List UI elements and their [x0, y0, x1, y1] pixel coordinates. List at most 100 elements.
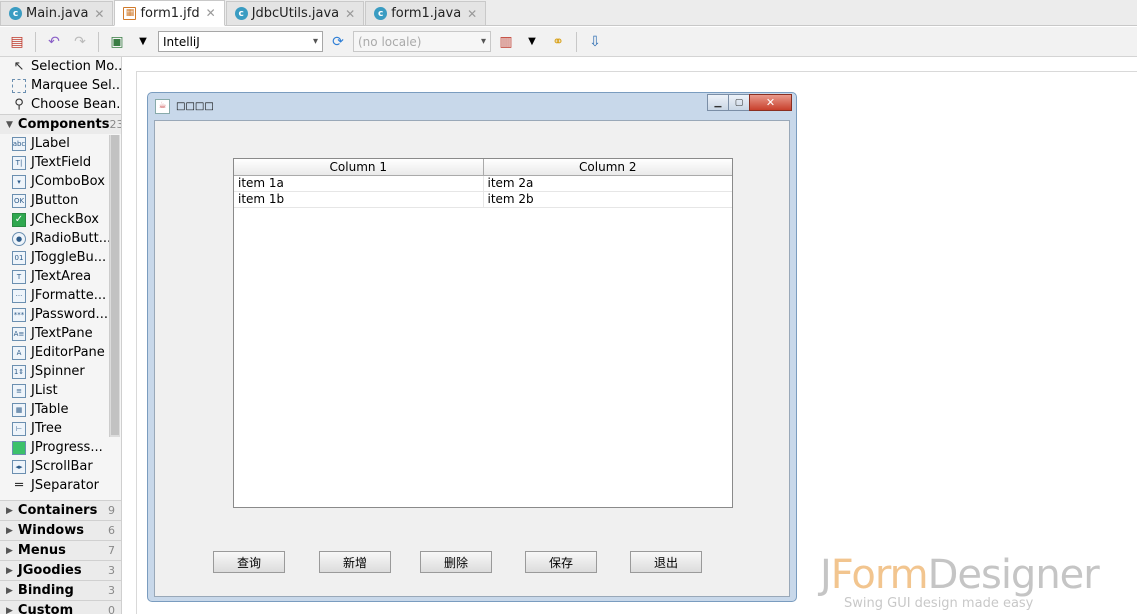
tool-selection-mode[interactable]: ↖ Selection Mo... — [0, 57, 121, 76]
tool-label: Choose Bean... — [31, 97, 122, 112]
category-menus[interactable]: ▶ Menus 7 — [0, 540, 121, 560]
component-label: JTextField — [31, 155, 92, 170]
category-containers[interactable]: ▶ Containers 9 — [0, 500, 121, 520]
table-cell[interactable]: item 1a — [234, 176, 484, 191]
tab-label: form1.jfd — [140, 5, 200, 21]
table-cell[interactable]: item 2b — [484, 192, 733, 207]
frame-content-pane[interactable]: Column 1 Column 2 item 1a item 2a item 1… — [154, 120, 790, 597]
chevron-down-icon: ▾ — [312, 36, 318, 47]
jlabel-icon: abc — [12, 136, 26, 151]
redo-icon[interactable]: ↷ — [69, 31, 91, 53]
column-header[interactable]: Column 1 — [234, 159, 484, 175]
component-label: JRadioButt... — [31, 231, 112, 246]
dropdown-arrow-icon[interactable]: ▼ — [521, 31, 543, 53]
component-jlist[interactable]: ≡ JList — [0, 381, 121, 400]
component-jprogressbar[interactable]: JProgress... — [0, 438, 121, 457]
category-count: 7 — [108, 544, 115, 557]
component-jcombobox[interactable]: ▾ JComboBox — [0, 172, 121, 191]
locale-combo[interactable]: (no locale) ▾ — [353, 31, 491, 52]
component-label: JPassword... — [31, 307, 108, 322]
component-label: JTable — [31, 402, 69, 417]
category-count: 3 — [108, 584, 115, 597]
component-jlabel[interactable]: abc JLabel — [0, 134, 121, 153]
designer-toolbar: ▤ ↶ ↷ ▣ ▼ IntelliJ ▾ ⟳ (no locale) ▾ ▥ ▼… — [0, 27, 1137, 57]
component-jeditorpane[interactable]: A JEditorPane — [0, 343, 121, 362]
component-jcheckbox[interactable]: ✓ JCheckBox — [0, 210, 121, 229]
tab-jdbcutils-java[interactable]: c JdbcUtils.java ✕ — [225, 1, 365, 25]
tool-marquee-selection[interactable]: Marquee Sel... — [0, 76, 121, 95]
jspinner-icon: 1⇕ — [12, 364, 26, 379]
jtree-icon: ⊢ — [12, 421, 26, 436]
jtable[interactable]: Column 1 Column 2 item 1a item 2a item 1… — [233, 158, 733, 508]
component-jspinner[interactable]: 1⇕ JSpinner — [0, 362, 121, 381]
component-label: JCheckBox — [31, 212, 99, 227]
jformattedtextfield-icon: ··· — [12, 288, 26, 303]
look-and-feel-combo[interactable]: IntelliJ ▾ — [158, 31, 323, 52]
palette-scrollbar[interactable] — [109, 135, 120, 437]
close-icon[interactable]: ✕ — [206, 6, 216, 20]
chart-icon[interactable]: ▥ — [495, 31, 517, 53]
close-icon[interactable]: ✕ — [467, 7, 477, 21]
scrollbar-thumb[interactable] — [111, 135, 119, 435]
class-icon: c — [9, 7, 22, 20]
component-jpasswordfield[interactable]: *** JPassword... — [0, 305, 121, 324]
component-jscrollbar[interactable]: ◂▸ JScrollBar — [0, 457, 121, 476]
form-icon: ▦ — [123, 6, 137, 20]
component-jtextarea[interactable]: T JTextArea — [0, 267, 121, 286]
jtextfield-icon: T| — [12, 155, 26, 170]
tool-label: Marquee Sel... — [31, 78, 122, 93]
refresh-icon[interactable]: ⟳ — [327, 31, 349, 53]
category-components[interactable]: ▼ Components 23 — [0, 114, 121, 134]
component-jformattedtextfield[interactable]: ··· JFormatte... — [0, 286, 121, 305]
generate-code-icon[interactable]: ⇩ — [584, 31, 606, 53]
tab-form1-jfd[interactable]: ▦ form1.jfd ✕ — [114, 0, 225, 26]
category-binding[interactable]: ▶ Binding 3 — [0, 580, 121, 600]
dropdown-arrow-icon[interactable]: ▼ — [132, 31, 154, 53]
component-jtogglebutton[interactable]: 01 JToggleBu... — [0, 248, 121, 267]
close-icon[interactable]: ✕ — [94, 7, 104, 21]
category-jgoodies[interactable]: ▶ JGoodies 3 — [0, 560, 121, 580]
brand-j: J — [820, 552, 832, 598]
add-button[interactable]: 新增 — [319, 551, 391, 573]
jpasswordfield-icon: *** — [12, 307, 26, 322]
table-row[interactable]: item 1a item 2a — [234, 176, 732, 192]
table-cell[interactable]: item 1b — [234, 192, 484, 207]
jtable-icon: ▦ — [12, 402, 26, 417]
query-button[interactable]: 查询 — [213, 551, 285, 573]
component-jseparator[interactable]: ═ JSeparator — [0, 476, 121, 495]
jframe-form[interactable]: ☕ □□□□ ▁ ▢ ✕ Column 1 Column 2 item 1a i… — [147, 92, 797, 602]
tool-choose-bean[interactable]: ⚲ Choose Bean... — [0, 95, 121, 114]
tab-main-java[interactable]: c Main.java ✕ — [0, 1, 114, 25]
close-icon[interactable]: ✕ — [345, 7, 355, 21]
toolbar-separator — [576, 31, 577, 52]
jradiobutton-icon: ● — [12, 231, 26, 246]
save-button[interactable]: 保存 — [525, 551, 597, 573]
table-row[interactable]: item 1b item 2b — [234, 192, 732, 208]
exit-button[interactable]: 退出 — [630, 551, 702, 573]
cursor-icon: ↖ — [13, 59, 25, 74]
table-cell[interactable]: item 2a — [484, 176, 733, 191]
component-jbutton[interactable]: OK JButton — [0, 191, 121, 210]
category-windows[interactable]: ▶ Windows 6 — [0, 520, 121, 540]
preview-icon[interactable]: ▣ — [106, 31, 128, 53]
look-and-feel-value: IntelliJ — [163, 34, 200, 49]
maximize-icon[interactable]: ▢ — [728, 94, 750, 111]
component-jtree[interactable]: ⊢ JTree — [0, 419, 121, 438]
column-header[interactable]: Column 2 — [484, 159, 733, 175]
window-buttons: ▁ ▢ ✕ — [707, 94, 792, 111]
component-jtable[interactable]: ▦ JTable — [0, 400, 121, 419]
link-icon[interactable]: ⚭ — [547, 31, 569, 53]
undo-icon[interactable]: ↶ — [43, 31, 65, 53]
component-jradiobutton[interactable]: ● JRadioButt... — [0, 229, 121, 248]
close-icon[interactable]: ✕ — [749, 94, 792, 111]
java-cup-icon: ☕ — [155, 98, 170, 114]
minimize-icon[interactable]: ▁ — [707, 94, 729, 111]
category-custom[interactable]: ▶ Custom 0 — [0, 600, 121, 614]
component-jtextfield[interactable]: T| JTextField — [0, 153, 121, 172]
delete-button[interactable]: 删除 — [420, 551, 492, 573]
jeditorpane-icon: A — [12, 345, 26, 360]
palette-icon[interactable]: ▤ — [6, 31, 28, 53]
component-label: JEditorPane — [31, 345, 105, 360]
component-jtextpane[interactable]: A≡ JTextPane — [0, 324, 121, 343]
tab-form1-java[interactable]: c form1.java ✕ — [365, 1, 487, 25]
